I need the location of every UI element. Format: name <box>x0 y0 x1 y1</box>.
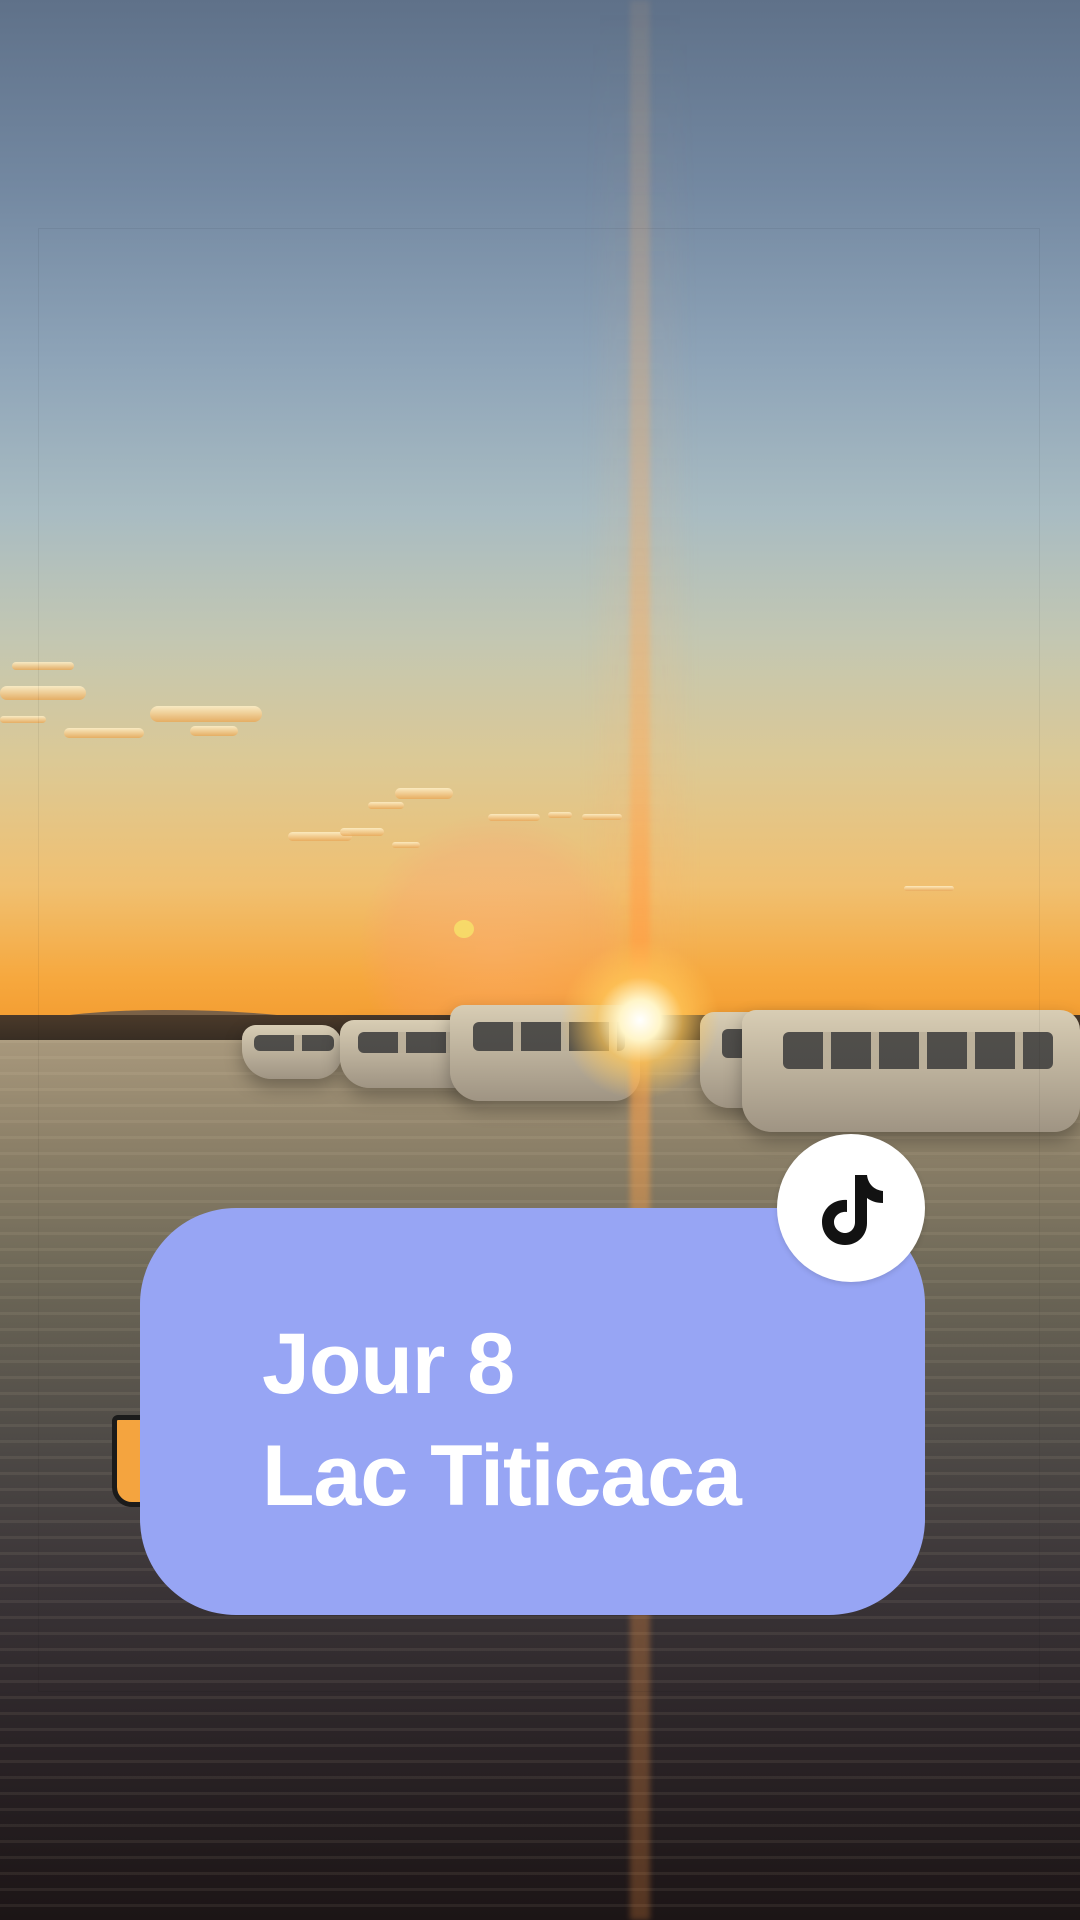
video-frame: Jour 8 Lac Titicaca <box>0 0 1080 1920</box>
title-card: Jour 8 Lac Titicaca <box>140 1208 925 1615</box>
tiktok-icon <box>822 1175 883 1245</box>
title-day: Jour 8 <box>262 1316 515 1412</box>
tiktok-badge <box>777 1134 925 1282</box>
title-text: Jour 8 Lac Titicaca <box>262 1308 742 1532</box>
title-location: Lac Titicaca <box>262 1428 742 1524</box>
